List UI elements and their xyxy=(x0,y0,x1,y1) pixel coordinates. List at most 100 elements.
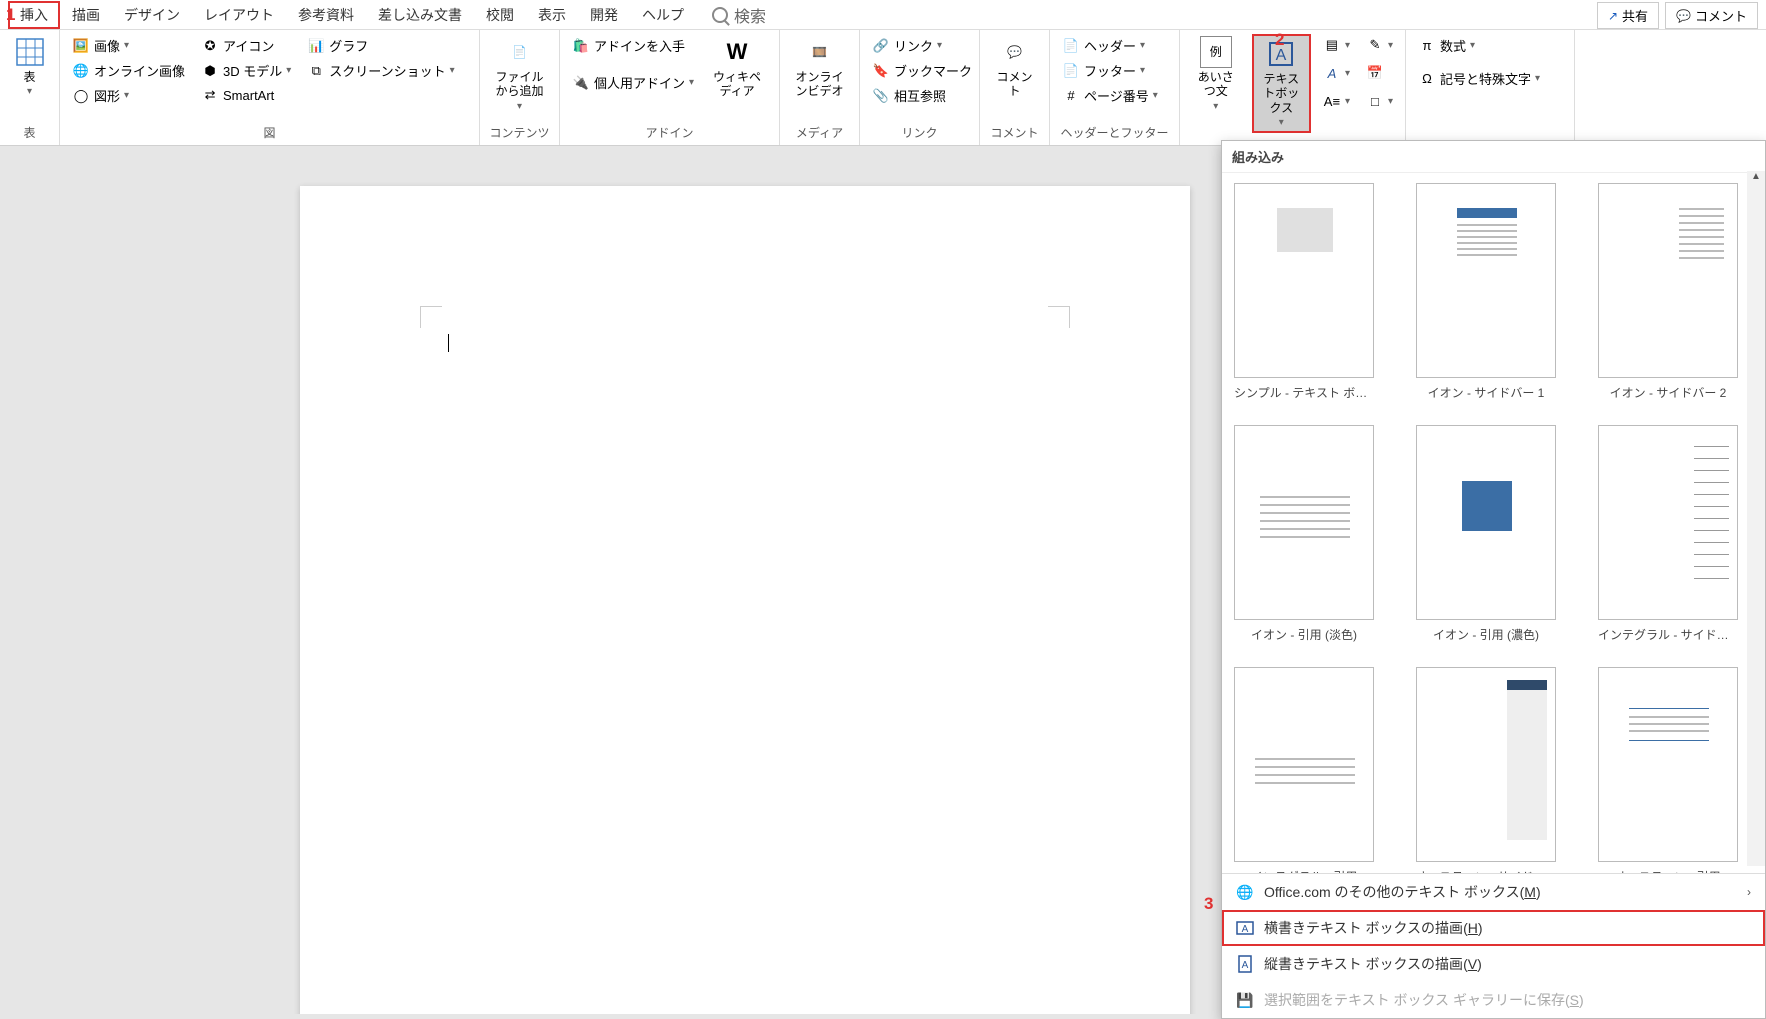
online-picture-icon: 🌐 xyxy=(72,62,90,80)
gallery-thumb[interactable]: イオン - 引用 (濃色) xyxy=(1416,425,1556,643)
more-office-textboxes[interactable]: 🌐 Office.com のその他のテキスト ボックス(M) › xyxy=(1222,874,1765,910)
shapes-icon: ◯ xyxy=(72,87,90,105)
margin-corner-tl xyxy=(420,306,442,328)
search-box[interactable]: 検索 xyxy=(712,3,766,27)
save-icon: 💾 xyxy=(1236,991,1254,1009)
dropcap-icon: A≡ xyxy=(1323,92,1341,110)
tab-layout[interactable]: レイアウト xyxy=(192,1,286,29)
link-button[interactable]: 🔗リンク▾ xyxy=(868,34,976,57)
gallery-scrollbar[interactable]: ▲ xyxy=(1747,171,1765,866)
scroll-up-icon[interactable]: ▲ xyxy=(1747,171,1765,189)
link-icon: 🔗 xyxy=(872,37,890,55)
group-label-comment: コメント xyxy=(988,124,1041,143)
tab-insert[interactable]: 挿入 xyxy=(8,1,60,29)
tab-design[interactable]: デザイン xyxy=(112,1,192,29)
equation-button[interactable]: π数式▾ xyxy=(1414,34,1544,57)
insert-comment-button[interactable]: 💬 コメント xyxy=(988,34,1041,101)
xref-icon: 📎 xyxy=(872,87,890,105)
cross-reference-button[interactable]: 📎相互参照 xyxy=(868,84,976,107)
gallery-thumb[interactable]: インテグラル - サイドバー xyxy=(1598,425,1738,643)
comments-button[interactable]: コメント xyxy=(1665,2,1758,29)
smartart-icon: ⇄ xyxy=(201,86,219,104)
gallery-thumb[interactable]: イオン - サイドバー 2 xyxy=(1598,183,1738,401)
greeting-button[interactable]: 例 あいさつ文 ▾ xyxy=(1188,34,1244,115)
tab-references[interactable]: 参考資料 xyxy=(286,1,366,29)
chart-button[interactable]: 📊グラフ xyxy=(303,34,458,57)
bookmark-button[interactable]: 🔖ブックマーク xyxy=(868,59,976,82)
online-pictures-button[interactable]: 🌐オンライン画像 xyxy=(68,59,189,82)
gallery-thumb[interactable]: シンプル - テキスト ボッ... xyxy=(1234,183,1374,401)
symbol-button[interactable]: Ω記号と特殊文字▾ xyxy=(1414,67,1544,90)
my-addins-button[interactable]: 🔌個人用アドイン▾ xyxy=(568,71,698,94)
date-time-button[interactable]: 📅 xyxy=(1362,62,1397,84)
gallery-thumb[interactable]: イオン - 引用 (淡色) xyxy=(1234,425,1374,643)
picture-icon: 🖼️ xyxy=(72,37,90,55)
ribbon: 表 ▾ 表 🖼️画像▾ 🌐オンライン画像 ◯図形▾ ✪アイコン ⬢3D モデル▾… xyxy=(0,30,1766,146)
shapes-button[interactable]: ◯図形▾ xyxy=(68,84,189,107)
share-label: 共有 xyxy=(1622,6,1648,25)
screenshot-icon: ⧉ xyxy=(307,62,325,80)
gallery-thumb[interactable]: イオン - サイドバー 1 xyxy=(1416,183,1556,401)
quick-parts-button[interactable]: ▤▾ xyxy=(1319,34,1354,56)
comment-insert-icon: 💬 xyxy=(999,36,1031,68)
screenshot-button[interactable]: ⧉スクリーンショット▾ xyxy=(303,59,458,82)
online-video-button[interactable]: 🎞️ オンラインビデオ xyxy=(788,34,851,101)
smartart-button[interactable]: ⇄SmartArt xyxy=(197,84,295,106)
thumb-label: シンプル - テキスト ボッ... xyxy=(1234,384,1374,401)
get-addins-button[interactable]: 🛍️アドインを入手 xyxy=(568,34,698,57)
pictures-button[interactable]: 🖼️画像▾ xyxy=(68,34,189,57)
group-label-addins: アドイン xyxy=(568,124,771,143)
text-cursor xyxy=(448,334,449,352)
wordart-button[interactable]: A▾ xyxy=(1319,62,1354,84)
icons-button[interactable]: ✪アイコン xyxy=(197,34,295,57)
thumb-label: イオン - 引用 (淡色) xyxy=(1234,626,1374,643)
draw-vertical-textbox[interactable]: A 縦書きテキスト ボックスの描画(V) xyxy=(1222,946,1765,982)
tab-view[interactable]: 表示 xyxy=(526,1,578,29)
draw-h-label: 横書きテキスト ボックスの描画(H) xyxy=(1264,918,1483,938)
callout-3: 3 xyxy=(1204,894,1213,914)
header-button[interactable]: 📄ヘッダー▾ xyxy=(1058,34,1162,57)
gallery-thumb[interactable]: インテグラル - 引用 xyxy=(1234,667,1374,873)
group-label-links: リンク xyxy=(868,124,971,143)
footer-button[interactable]: 📄フッター▾ xyxy=(1058,59,1162,82)
object-icon: □ xyxy=(1366,92,1384,110)
symbol-icon: Ω xyxy=(1418,70,1436,88)
document-page[interactable] xyxy=(300,186,1190,1014)
draw-horizontal-textbox[interactable]: A 横書きテキスト ボックスの描画(H) xyxy=(1222,910,1765,946)
thumb-label: イオン - サイドバー 2 xyxy=(1598,384,1738,401)
thumb-label: イオン - サイドバー 1 xyxy=(1416,384,1556,401)
textbox-h-icon: A xyxy=(1236,919,1254,937)
object-button[interactable]: □▾ xyxy=(1362,90,1397,112)
share-button[interactable]: 共有 xyxy=(1597,2,1659,29)
tab-review[interactable]: 校閲 xyxy=(474,1,526,29)
save-sel-label: 選択範囲をテキスト ボックス ギャラリーに保存(S) xyxy=(1264,990,1584,1010)
table-button[interactable]: 表 ▾ xyxy=(8,34,52,100)
svg-text:A: A xyxy=(1242,924,1249,935)
page-number-button[interactable]: #ページ番号▾ xyxy=(1058,84,1162,107)
gallery-thumb[interactable]: オースティン - サイドバー xyxy=(1416,667,1556,873)
tab-draw[interactable]: 描画 xyxy=(60,1,112,29)
tab-developer[interactable]: 開発 xyxy=(578,1,630,29)
my-addins-icon: 🔌 xyxy=(572,74,590,92)
pagenum-icon: # xyxy=(1062,87,1080,105)
textbox-v-icon: A xyxy=(1236,955,1254,973)
callout-2: 2 xyxy=(1275,30,1284,50)
datetime-icon: 📅 xyxy=(1366,64,1384,82)
more-office-label: Office.com のその他のテキスト ボックス(M) xyxy=(1264,882,1541,902)
chart-icon: 📊 xyxy=(307,37,325,55)
3d-models-button[interactable]: ⬢3D モデル▾ xyxy=(197,59,295,82)
gallery-thumb[interactable]: オースティン - 引用 xyxy=(1598,667,1738,873)
tab-help[interactable]: ヘルプ xyxy=(630,1,696,29)
footer-icon: 📄 xyxy=(1062,62,1080,80)
gallery-section-title: 組み込み xyxy=(1222,141,1765,173)
signature-line-button[interactable]: ✎▾ xyxy=(1362,34,1397,56)
drop-cap-button[interactable]: A≡▾ xyxy=(1319,90,1354,112)
wikipedia-button[interactable]: W ウィキペディア xyxy=(706,34,768,101)
thumb-preview xyxy=(1598,667,1738,862)
thumb-label: インテグラル - 引用 xyxy=(1234,868,1374,873)
equation-icon: π xyxy=(1418,37,1436,55)
group-label-content: コンテンツ xyxy=(488,124,551,143)
tab-mailings[interactable]: 差し込み文書 xyxy=(366,1,474,29)
table-icon xyxy=(14,36,46,68)
reuse-files-button[interactable]: 📄 ファイルから追加 ▾ xyxy=(488,34,551,115)
